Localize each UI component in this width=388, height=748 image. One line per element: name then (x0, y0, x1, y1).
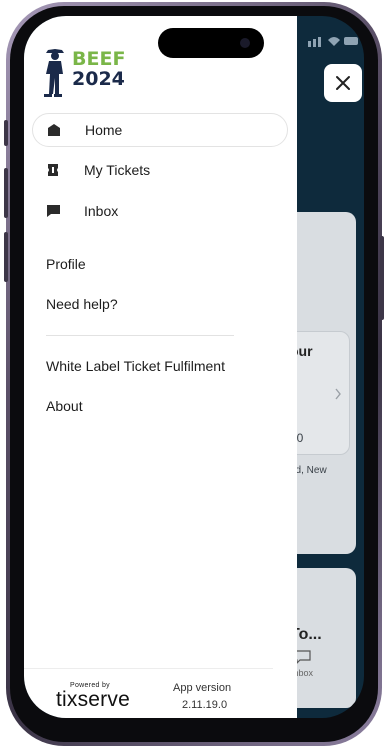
menu-home[interactable]: Home (32, 113, 288, 147)
tixserve-logo: tixserve (56, 688, 130, 711)
footer-divider (24, 668, 273, 669)
ticket-icon (44, 161, 62, 179)
menu-about[interactable]: About (46, 398, 83, 414)
menu-my-tickets[interactable]: My Tickets (32, 154, 286, 186)
app-version-label: App version (173, 682, 232, 694)
logo-year: 2024 (72, 68, 125, 90)
menu-inbox-label: Inbox (84, 203, 119, 219)
close-drawer-button[interactable] (324, 64, 362, 102)
home-icon (45, 121, 63, 139)
menu-my-tickets-label: My Tickets (84, 162, 151, 178)
menu-need-help[interactable]: Need help? (46, 296, 118, 312)
volume-down-button (4, 232, 8, 282)
logo-beef: BEEF (72, 48, 126, 70)
menu-home-label: Home (85, 122, 123, 138)
app-version-value: 2.11.19.0 (182, 699, 228, 711)
status-icons (308, 37, 358, 47)
menu-inbox[interactable]: Inbox (32, 195, 286, 227)
close-icon (336, 76, 350, 90)
chevron-right-icon (335, 388, 341, 400)
power-button (380, 236, 384, 320)
navigation-drawer: BEEF 2024 Home My Tickets Inbox Profile … (24, 16, 297, 718)
volume-up-button (4, 168, 8, 218)
chat-icon (295, 650, 311, 664)
cowboy-icon (44, 49, 64, 97)
inbox-icon (44, 202, 62, 220)
menu-divider (46, 335, 234, 336)
phone-screen: our 30 nd, New n To... Inbox BEEF 2024 H… (24, 16, 364, 718)
menu-white-label[interactable]: White Label Ticket Fulfilment (46, 358, 225, 374)
menu-profile[interactable]: Profile (46, 256, 86, 272)
dynamic-island (158, 28, 264, 58)
action-button (4, 120, 8, 146)
event-logo: BEEF 2024 (40, 46, 125, 98)
